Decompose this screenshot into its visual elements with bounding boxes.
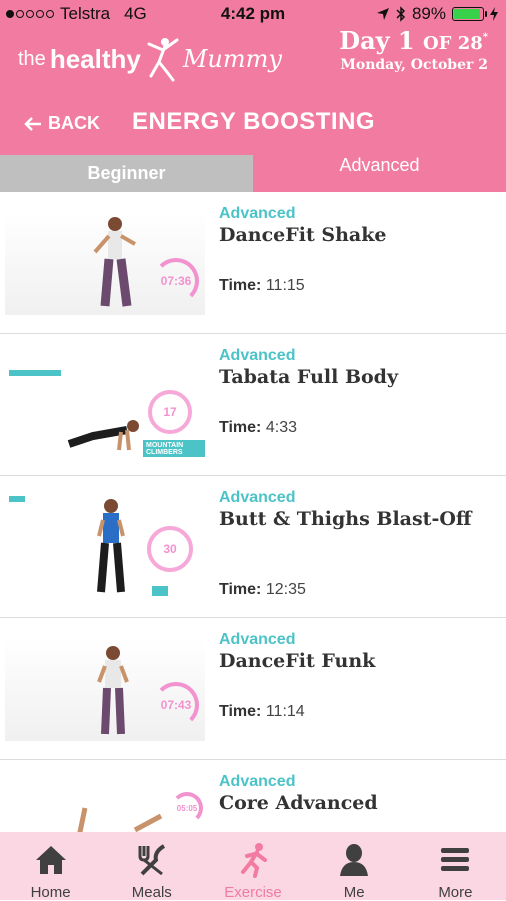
workout-row[interactable]: 30 Advanced Butt & Thighs Blast-Off Time… [0,476,506,618]
workout-level: Advanced [219,489,296,506]
level-tabs: Beginner Advanced [0,155,506,192]
tab-exercise[interactable]: Exercise [202,832,303,901]
fork-knife-icon [138,844,165,876]
jumping-mum-icon [147,38,179,82]
exercise-bar [9,370,61,376]
workout-thumbnail: 07:43 [5,638,205,741]
battery-icon [452,7,487,21]
exercise-caption: MOUNTAIN CLIMBERS [143,440,205,457]
runner-icon [241,843,267,878]
bottom-tab-bar: Home Meals Exercise Me More [0,832,506,901]
countdown-ring: 07:43 [153,682,199,728]
exercise-bar [152,586,168,596]
tab-beginner[interactable]: Beginner [0,155,253,192]
countdown-ring: 07:36 [153,258,199,304]
brand-part-3: Mummy [182,45,282,73]
core-figure [77,807,163,832]
brand-part-1: the [18,47,46,70]
tab-me[interactable]: Me [304,832,405,901]
workout-title: Tabata Full Body [219,366,399,388]
workout-title: Core Advanced [219,792,378,814]
back-label: BACK [48,113,100,133]
time-value: 11:14 [265,703,305,720]
workout-duration: Time: 12:35 [219,581,306,599]
time-label: Time: [219,277,262,294]
time-label: Time: [219,703,262,720]
workout-level: Advanced [219,347,296,364]
workout-row[interactable]: 07:36 Advanced DanceFit Shake Time: 11:1… [0,192,506,334]
countdown-ring: 30 [147,526,193,572]
workout-title: DanceFit Shake [219,224,387,246]
countdown-value: 07:36 [160,274,192,288]
countdown-value: 05:05 [176,803,198,813]
countdown-value: 07:43 [160,698,192,712]
workout-list: 07:36 Advanced DanceFit Shake Time: 11:1… [0,192,506,832]
countdown-ring: 17 [148,390,192,434]
workout-title: Butt & Thighs Blast-Off [219,508,472,530]
squat-figure [97,499,125,593]
tab-exercise-label: Exercise [224,884,282,901]
day-of-total: OF 28 [422,33,483,54]
app-header: Telstra 4G 4:42 pm 89% the healthy Mummy… [0,0,506,155]
workout-row[interactable]: 17 MOUNTAIN CLIMBERS Advanced Tabata Ful… [0,334,506,476]
tab-advanced[interactable]: Advanced [253,155,506,192]
workout-level: Advanced [219,205,296,222]
brand-part-2: healthy [49,43,141,74]
workout-level: Advanced [219,773,296,790]
time-label: Time: [219,581,262,598]
time-value: 12:35 [265,581,306,598]
back-button[interactable]: BACK [24,113,100,134]
tab-meals[interactable]: Meals [101,832,202,901]
day-date: Monday, October 2 [340,57,488,73]
dancer-figure [93,217,136,307]
workout-duration: Time: 4:33 [219,419,297,437]
battery-percent: 89% [411,4,446,23]
charging-icon [490,7,498,21]
location-arrow-icon [376,8,389,20]
countdown-value: 17 [163,405,177,419]
workout-thumbnail: 30 [5,496,205,599]
page-title: ENERGY BOOSTING [132,108,376,135]
back-arrow-icon [24,116,41,131]
workout-thumbnail: 05:05 [5,780,205,832]
tab-more[interactable]: More [405,832,506,901]
exercise-bar [9,496,25,502]
brand-logo: the healthy Mummy [18,36,282,82]
tab-me-label: Me [343,884,365,901]
tab-meals-label: Meals [131,884,172,901]
workout-level: Advanced [219,631,296,648]
workout-thumbnail: 17 MOUNTAIN CLIMBERS [5,354,205,457]
home-icon [35,846,66,874]
workout-title: DanceFit Funk [219,650,376,672]
workout-thumbnail: 07:36 [5,212,205,315]
countdown-ring: 05:05 [171,792,203,824]
status-bar: Telstra 4G 4:42 pm 89% [0,0,506,28]
workout-duration: Time: 11:14 [219,703,305,721]
day-label: Day 1 [339,26,415,55]
countdown-value: 30 [163,542,177,556]
time-value: 4:33 [265,419,297,436]
person-icon [340,844,369,876]
time-value: 11:15 [265,277,305,294]
workout-row[interactable]: 07:43 Advanced DanceFit Funk Time: 11:14 [0,618,506,760]
hamburger-icon [441,848,470,871]
bluetooth-icon [396,6,406,22]
plank-figure [67,420,139,451]
time-label: Time: [219,419,262,436]
tab-home[interactable]: Home [0,832,101,901]
tab-more-label: More [438,884,473,901]
day-progress: Day 1 OF 28* Monday, October 2 [339,26,488,73]
dancer-figure [97,646,129,735]
workout-duration: Time: 11:15 [219,277,305,295]
tab-home-label: Home [30,884,71,901]
workout-row[interactable]: 05:05 Advanced Core Advanced [0,760,506,832]
